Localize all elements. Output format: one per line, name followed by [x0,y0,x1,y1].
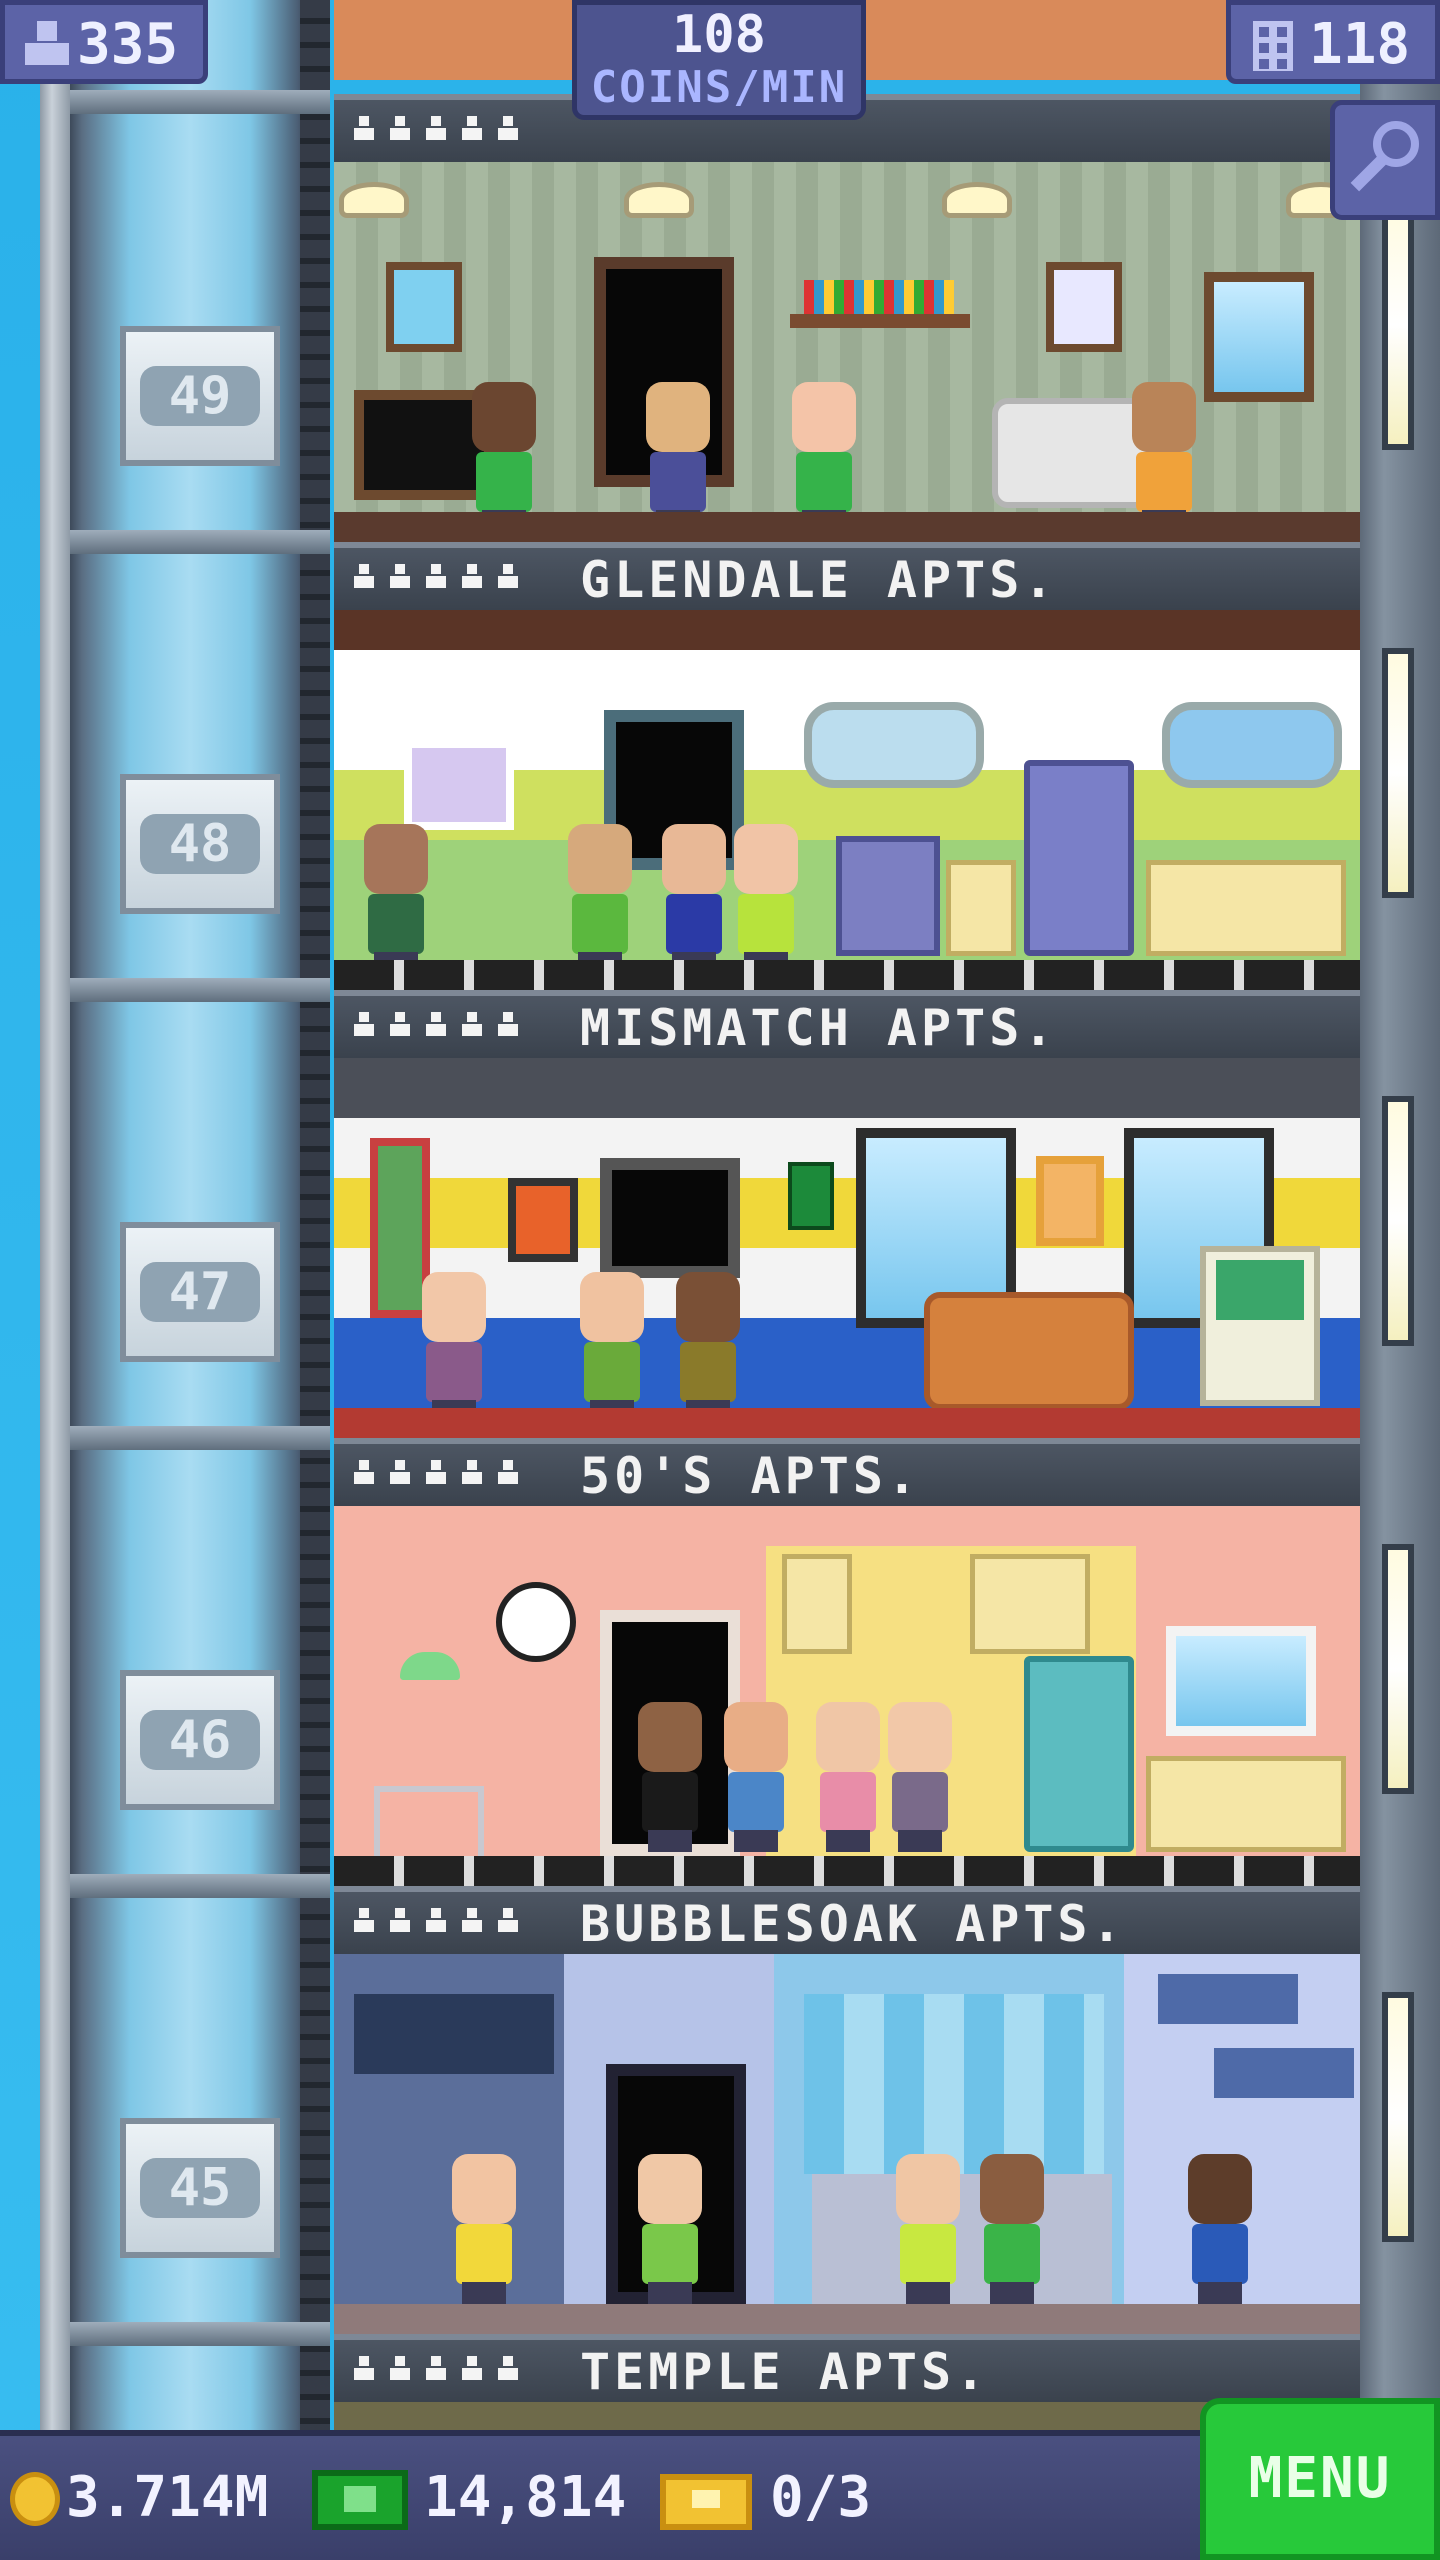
floor-label-bar: GLENDALE APTS. [334,542,1360,610]
coins-per-minute-panel: 108 COINS/MIN [572,0,866,120]
tenant[interactable] [638,382,718,532]
search-button[interactable] [1330,100,1440,220]
shaft-beam [70,978,330,1002]
tenant[interactable] [726,824,806,974]
floor-label-bar: MISMATCH APTS. [334,990,1360,1058]
rating-stars [354,1012,534,1042]
floor-name: TEMPLE APTS. [580,2343,990,2401]
rating-stars [354,116,534,146]
tenant[interactable] [630,2154,710,2304]
population-value: 335 [77,12,179,77]
floor-count-button[interactable]: 118 [1226,0,1440,84]
tenant[interactable] [356,824,436,974]
population-counter[interactable]: 335 [0,0,208,84]
coins-per-minute-unit: COINS/MIN [590,62,848,113]
tenant[interactable] [716,1702,796,1852]
shaft-beam [70,2322,330,2346]
floor-number-45: 45 [140,2158,260,2218]
coins-per-minute-value: 108 [672,5,766,65]
tenant[interactable] [414,1272,494,1422]
floor-count-value: 118 [1309,12,1411,77]
coins-value: 3.714M [66,2465,269,2530]
tickets-value: 0/3 [770,2465,872,2530]
window-light [1382,1096,1414,1346]
tenant[interactable] [464,382,544,532]
floor-47[interactable]: 50'S APTS. [334,1058,1360,1506]
floor-45[interactable]: TEMPLE APTS. [334,1954,1360,2402]
person-icon [25,21,71,67]
window-light [1382,1544,1414,1794]
rating-stars [354,2356,534,2386]
floor-label-bar: 50'S APTS. [334,1438,1360,1506]
tenant[interactable] [880,1702,960,1852]
floor-label-bar: TEMPLE APTS. [334,2334,1360,2402]
window-light [1382,1992,1414,2242]
rating-stars [354,1908,534,1938]
tenant[interactable] [888,2154,968,2304]
floor-48[interactable]: MISMATCH APTS. [334,610,1360,1058]
floor-49[interactable]: GLENDALE APTS. [334,162,1360,610]
floor-name: 50'S APTS. [580,1447,922,1505]
floor-number-47: 47 [140,1262,260,1322]
menu-button[interactable]: MENU [1200,2398,1440,2560]
building-icon [1253,21,1293,71]
floor-number-48: 48 [140,814,260,874]
floor-name: MISMATCH APTS. [580,999,1058,1057]
floor-number-46: 46 [140,1710,260,1770]
floor-name: BUBBLESOAK APTS. [580,1895,1126,1953]
floor-name: GLENDALE APTS. [580,551,1058,609]
shaft-beam [70,530,330,554]
tenant[interactable] [784,382,864,532]
tenant[interactable] [572,1272,652,1422]
tenant[interactable] [972,2154,1052,2304]
building-edge [40,0,70,2560]
window-light [1382,200,1414,450]
floor-46[interactable]: BUBBLESOAK APTS. [334,1506,1360,1954]
shaft-beam [70,1874,330,1898]
shaft-beam [70,1426,330,1450]
tenant[interactable] [668,1272,748,1422]
bux-value: 14,814 [424,2465,627,2530]
tenant[interactable] [654,824,734,974]
shaft-beam [70,90,330,114]
window-light [1382,648,1414,898]
ticket-icon[interactable] [660,2474,752,2530]
room-48[interactable] [334,610,1360,990]
tenant[interactable] [560,824,640,974]
coin-icon [10,2472,60,2526]
tenant[interactable] [1124,382,1204,532]
room-47[interactable] [334,1058,1360,1438]
rating-stars [354,564,534,594]
rating-stars [354,1460,534,1490]
tenant[interactable] [630,1702,710,1852]
elevator-rail [300,0,330,2450]
tenant[interactable] [444,2154,524,2304]
room-45[interactable] [334,1954,1360,2334]
sky [0,0,40,2560]
floor-label-bar: BUBBLESOAK APTS. [334,1886,1360,1954]
room-49[interactable] [334,162,1360,542]
tenant[interactable] [1180,2154,1260,2304]
tenant[interactable] [808,1702,888,1852]
tower-bux-icon[interactable] [312,2470,408,2530]
room-46[interactable] [334,1506,1360,1886]
floor-number-49: 49 [140,366,260,426]
